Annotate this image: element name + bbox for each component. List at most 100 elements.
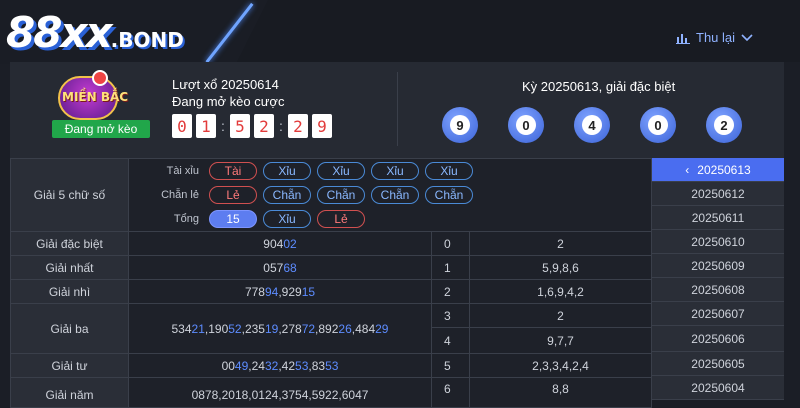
result-ball: 4 (574, 107, 610, 143)
date-item-selected[interactable]: ‹ 20250613 (652, 158, 784, 182)
prize-name: Giải năm (10, 377, 129, 408)
filter-chip[interactable]: Chẵn (263, 186, 311, 204)
date-item[interactable]: 20250610 (652, 230, 784, 254)
head-digit: 6 (431, 377, 470, 408)
prize-digits: 778 (244, 284, 265, 299)
filter-chip[interactable]: Xỉu (263, 210, 311, 228)
prize-digits-highlight: 53 (325, 358, 339, 373)
filter-chip[interactable]: Lẻ (317, 210, 365, 228)
tail-digits: 8,8 (469, 377, 652, 408)
prize-digits-highlight: 53 (295, 358, 309, 373)
table-row: Giải năm 0878,2018,0124,3754,5922,6047 6… (10, 377, 652, 408)
filter-chip[interactable]: Xỉu (425, 162, 473, 180)
tail-digits: 1,6,9,4,2 (469, 279, 652, 304)
site-logo[interactable]: 88xx.BOND (6, 8, 184, 57)
head-digit: 2 (431, 279, 470, 304)
tail-digits: 2 (469, 231, 652, 256)
date-item[interactable]: 20250605 (652, 352, 784, 376)
filter-chip-selected[interactable]: 15 (209, 210, 257, 228)
result-ball-number: 0 (516, 115, 536, 135)
filter-area: Tài xỉu Tài Xỉu Xỉu Xỉu Xỉu Chẵn lẻ Lẻ C… (128, 158, 652, 232)
head-digit: 4 (431, 327, 470, 354)
date-item[interactable]: 20250608 (652, 278, 784, 302)
filter-section-title: Giải 5 chữ số (10, 158, 129, 232)
prize-digits: ,190 (204, 321, 229, 336)
prize-numbers: 77894,92915 (128, 279, 432, 304)
prize-digits-highlight: 68 (283, 260, 297, 275)
date-item[interactable]: 20250606 (652, 326, 784, 352)
head-digit: 0 (431, 231, 470, 256)
prize-digits: 904 (263, 236, 284, 251)
filter-chip[interactable]: Chẵn (425, 186, 473, 204)
prize-digits: ,83 (308, 358, 326, 373)
prize-name: Giải tư (10, 353, 129, 378)
timer-digit: 2 (288, 114, 308, 138)
result-ball-number: 9 (450, 115, 470, 135)
prize-digits: ,929 (278, 284, 302, 299)
prize-digits: 057 (263, 260, 284, 275)
draw-status: Đang mở kèo cược (172, 94, 285, 109)
prize-numbers: 05768 (128, 255, 432, 280)
filter-label: Chẵn lẻ (161, 189, 199, 201)
prize-numbers: 90402 (128, 231, 432, 256)
head-digit: 5 (431, 353, 470, 378)
prize-numbers: 0049,2432,4253,8353 (128, 353, 432, 378)
timer-digit: 9 (312, 114, 332, 138)
chevron-down-icon (741, 33, 753, 41)
result-ball: 2 (706, 107, 742, 143)
prize-digits-highlight: 19 (264, 321, 279, 336)
region-badge-text: MIỀN BẮC (62, 90, 129, 104)
tail-digits: 5,9,8,6 (469, 255, 652, 280)
filter-chip[interactable]: Chẵn (317, 186, 365, 204)
date-item[interactable]: 20250609 (652, 254, 784, 278)
prize-digits-highlight: 21 (191, 321, 205, 336)
filter-chip[interactable]: Xỉu (371, 162, 419, 180)
prize-digits-highlight: 15 (301, 284, 316, 299)
prize-name: Giải ba (10, 303, 129, 354)
date-item[interactable]: 20250604 (652, 376, 784, 400)
replay-button[interactable]: Thu lại (676, 30, 753, 45)
filter-label: Tổng (173, 213, 199, 225)
lottery-ball-icon (92, 70, 108, 86)
filter-chip[interactable]: Xỉu (317, 162, 365, 180)
prize-numbers: 53421,19052,23519,27872,89226,48429 (128, 303, 432, 354)
panel-divider (397, 72, 398, 146)
replay-label: Thu lại (696, 30, 736, 45)
timer-digit: 5 (230, 114, 250, 138)
tail-digits: 2 (469, 303, 652, 328)
head-digit: 1 (431, 255, 470, 280)
filter-label: Tài xỉu (166, 165, 199, 177)
top-bar: 88xx.BOND Thu lại (0, 0, 800, 64)
date-item[interactable]: 20250607 (652, 302, 784, 326)
filter-chip[interactable]: Lẻ (209, 186, 257, 204)
table-row: Giải ba 53421,19052,23519,27872,89226,48… (10, 303, 652, 354)
result-ball: 0 (640, 107, 676, 143)
filter-chip[interactable]: Chẵn (371, 186, 419, 204)
logo-domain: .BOND (110, 28, 184, 52)
result-ball: 0 (508, 107, 544, 143)
prize-digits: ,235 (241, 321, 265, 336)
date-item[interactable]: 20250612 (652, 182, 784, 206)
prize-digits: ,892 (315, 321, 339, 336)
date-label: 20250613 (697, 162, 751, 177)
date-item[interactable]: 20250611 (652, 206, 784, 230)
timer-digit: 2 (254, 114, 274, 138)
table-row: Giải tư 0049,2432,4253,8353 5 2,3,3,4,2,… (10, 353, 652, 378)
filter-chip[interactable]: Tài (209, 162, 257, 180)
prize-digits-highlight: 26 (338, 321, 352, 336)
result-ball-number: 4 (582, 115, 602, 135)
prize-name: Giải nhì (10, 279, 129, 304)
timer-separator: : (279, 118, 283, 134)
table-row: Giải nhì 77894,92915 2 1,6,9,4,2 (10, 279, 652, 304)
prize-digits-highlight: 32 (264, 358, 279, 373)
filter-chip[interactable]: Xỉu (263, 162, 311, 180)
date-list: ‹ 20250613 20250612 20250611 20250610 202… (652, 158, 784, 400)
filter-row: Tổng 15 Xỉu Lẻ (129, 207, 651, 231)
filter-row: Tài xỉu Tài Xỉu Xỉu Xỉu Xỉu (129, 159, 651, 183)
table-row: Giải nhất 05768 1 5,9,8,6 (10, 255, 652, 280)
open-status-tag: Đang mở kèo (52, 120, 150, 138)
filter-row: Chẵn lẻ Lẻ Chẵn Chẵn Chẵn Chẵn (129, 183, 651, 207)
timer-digit: 0 (172, 114, 192, 138)
prize-digits-highlight: 94 (264, 284, 279, 299)
logo-main: 88xx (6, 8, 113, 57)
